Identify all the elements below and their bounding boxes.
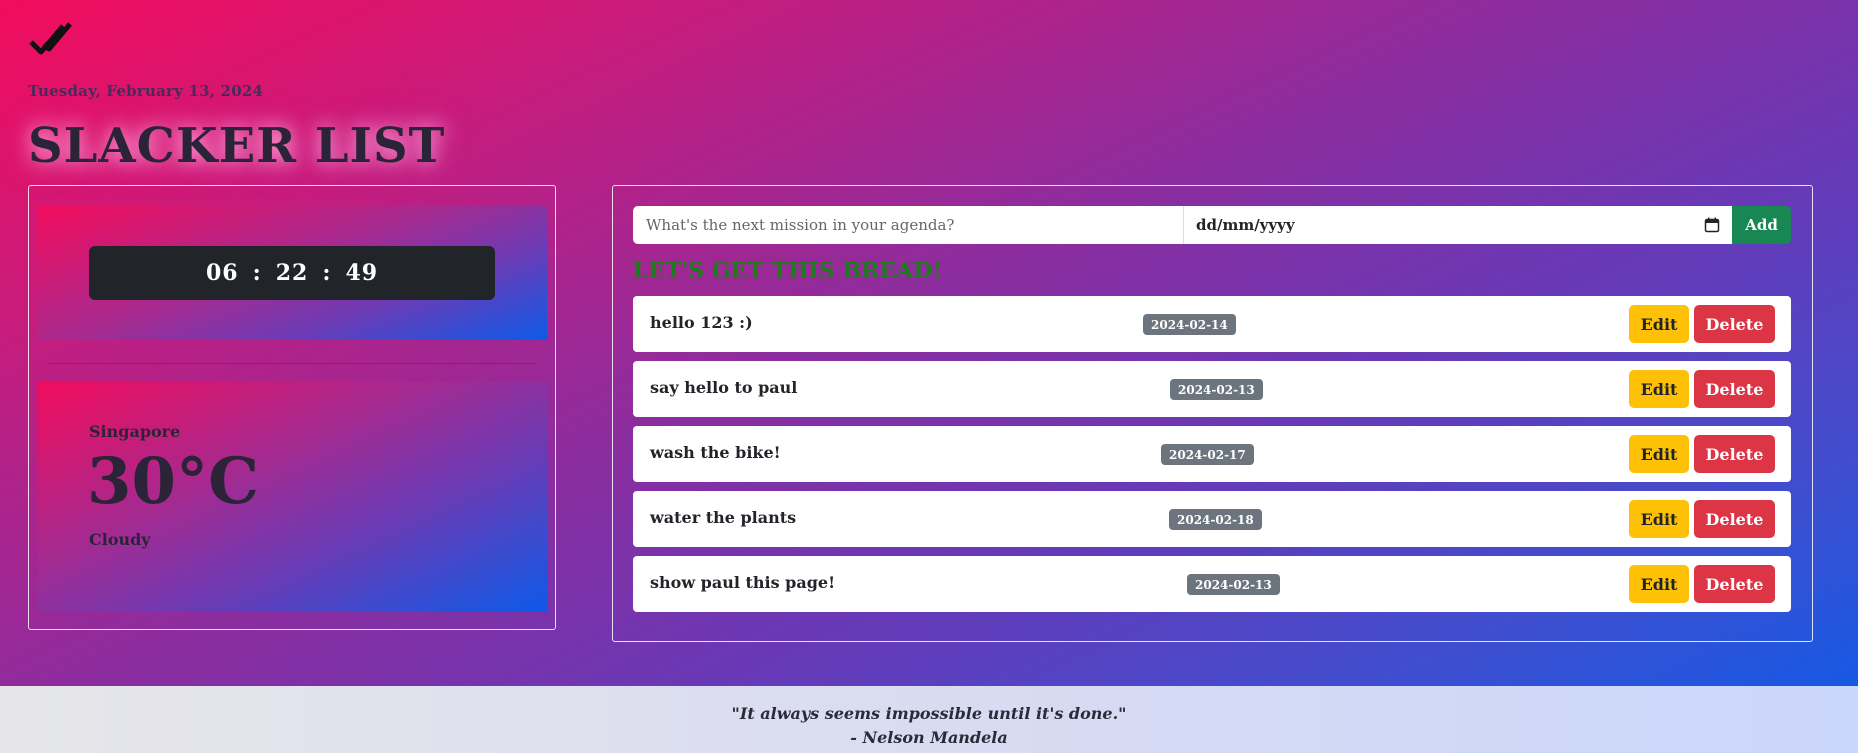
delete-button[interactable]: Delete xyxy=(1694,435,1775,473)
task-item: wash the bike! 2024-02-17 Edit Delete xyxy=(633,426,1791,482)
quote-author: - Nelson Mandela xyxy=(850,728,1008,747)
delete-button[interactable]: Delete xyxy=(1694,565,1775,603)
page-title: SLACKER LIST xyxy=(28,118,446,174)
task-item: say hello to paul 2024-02-13 Edit Delete xyxy=(633,361,1791,417)
add-task-form: dd/mm/yyyy Add xyxy=(633,206,1791,244)
due-date-badge: 2024-02-14 xyxy=(1143,314,1236,335)
date-input[interactable]: dd/mm/yyyy xyxy=(1183,206,1732,244)
edit-button[interactable]: Edit xyxy=(1629,435,1689,473)
task-text: say hello to paul xyxy=(650,378,798,397)
task-text: wash the bike! xyxy=(650,443,781,462)
due-date-badge: 2024-02-13 xyxy=(1170,379,1263,400)
task-item: hello 123 :) 2024-02-14 Edit Delete xyxy=(633,296,1791,352)
double-check-icon xyxy=(29,22,72,55)
due-date-badge: 2024-02-18 xyxy=(1169,509,1262,530)
edit-button[interactable]: Edit xyxy=(1629,500,1689,538)
task-text: show paul this page! xyxy=(650,573,836,592)
clock-separator: : xyxy=(322,260,332,286)
edit-button[interactable]: Edit xyxy=(1629,370,1689,408)
clock-card: 06 : 22 : 49 xyxy=(37,206,547,340)
edit-button[interactable]: Edit xyxy=(1629,565,1689,603)
task-item: water the plants 2024-02-18 Edit Delete xyxy=(633,491,1791,547)
task-input[interactable] xyxy=(633,206,1183,244)
divider xyxy=(49,363,535,364)
clock-separator: : xyxy=(252,260,262,286)
current-date: Tuesday, February 13, 2024 xyxy=(28,82,264,100)
add-task-button[interactable]: Add xyxy=(1732,206,1791,244)
edit-button[interactable]: Edit xyxy=(1629,305,1689,343)
due-date-badge: 2024-02-13 xyxy=(1187,574,1280,595)
task-text: hello 123 :) xyxy=(650,313,753,332)
due-date-badge: 2024-02-17 xyxy=(1161,444,1254,465)
date-placeholder: dd/mm/yyyy xyxy=(1196,216,1295,234)
weather-city: Singapore xyxy=(89,422,181,441)
quote-text: "It always seems impossible until it's d… xyxy=(731,704,1127,723)
delete-button[interactable]: Delete xyxy=(1694,370,1775,408)
weather-condition: Cloudy xyxy=(89,530,151,549)
clock-minutes: 22 xyxy=(275,260,309,286)
task-item: show paul this page! 2024-02-13 Edit Del… xyxy=(633,556,1791,612)
delete-button[interactable]: Delete xyxy=(1694,305,1775,343)
task-panel: dd/mm/yyyy Add LET'S GET THIS BREAD! hel… xyxy=(612,185,1813,642)
task-list: hello 123 :) 2024-02-14 Edit Delete say … xyxy=(633,296,1791,621)
weather-card: Singapore 30°C Cloudy xyxy=(37,382,547,612)
footer: "It always seems impossible until it's d… xyxy=(0,686,1858,753)
digital-clock: 06 : 22 : 49 xyxy=(89,246,495,300)
calendar-icon[interactable] xyxy=(1704,217,1720,233)
delete-button[interactable]: Delete xyxy=(1694,500,1775,538)
list-heading: LET'S GET THIS BREAD! xyxy=(633,258,942,284)
task-text: water the plants xyxy=(650,508,797,527)
clock-hours: 06 xyxy=(205,260,239,286)
info-panel: 06 : 22 : 49 Singapore 30°C Cloudy xyxy=(28,185,556,630)
weather-temperature: 30°C xyxy=(87,444,259,519)
clock-seconds: 49 xyxy=(345,260,379,286)
